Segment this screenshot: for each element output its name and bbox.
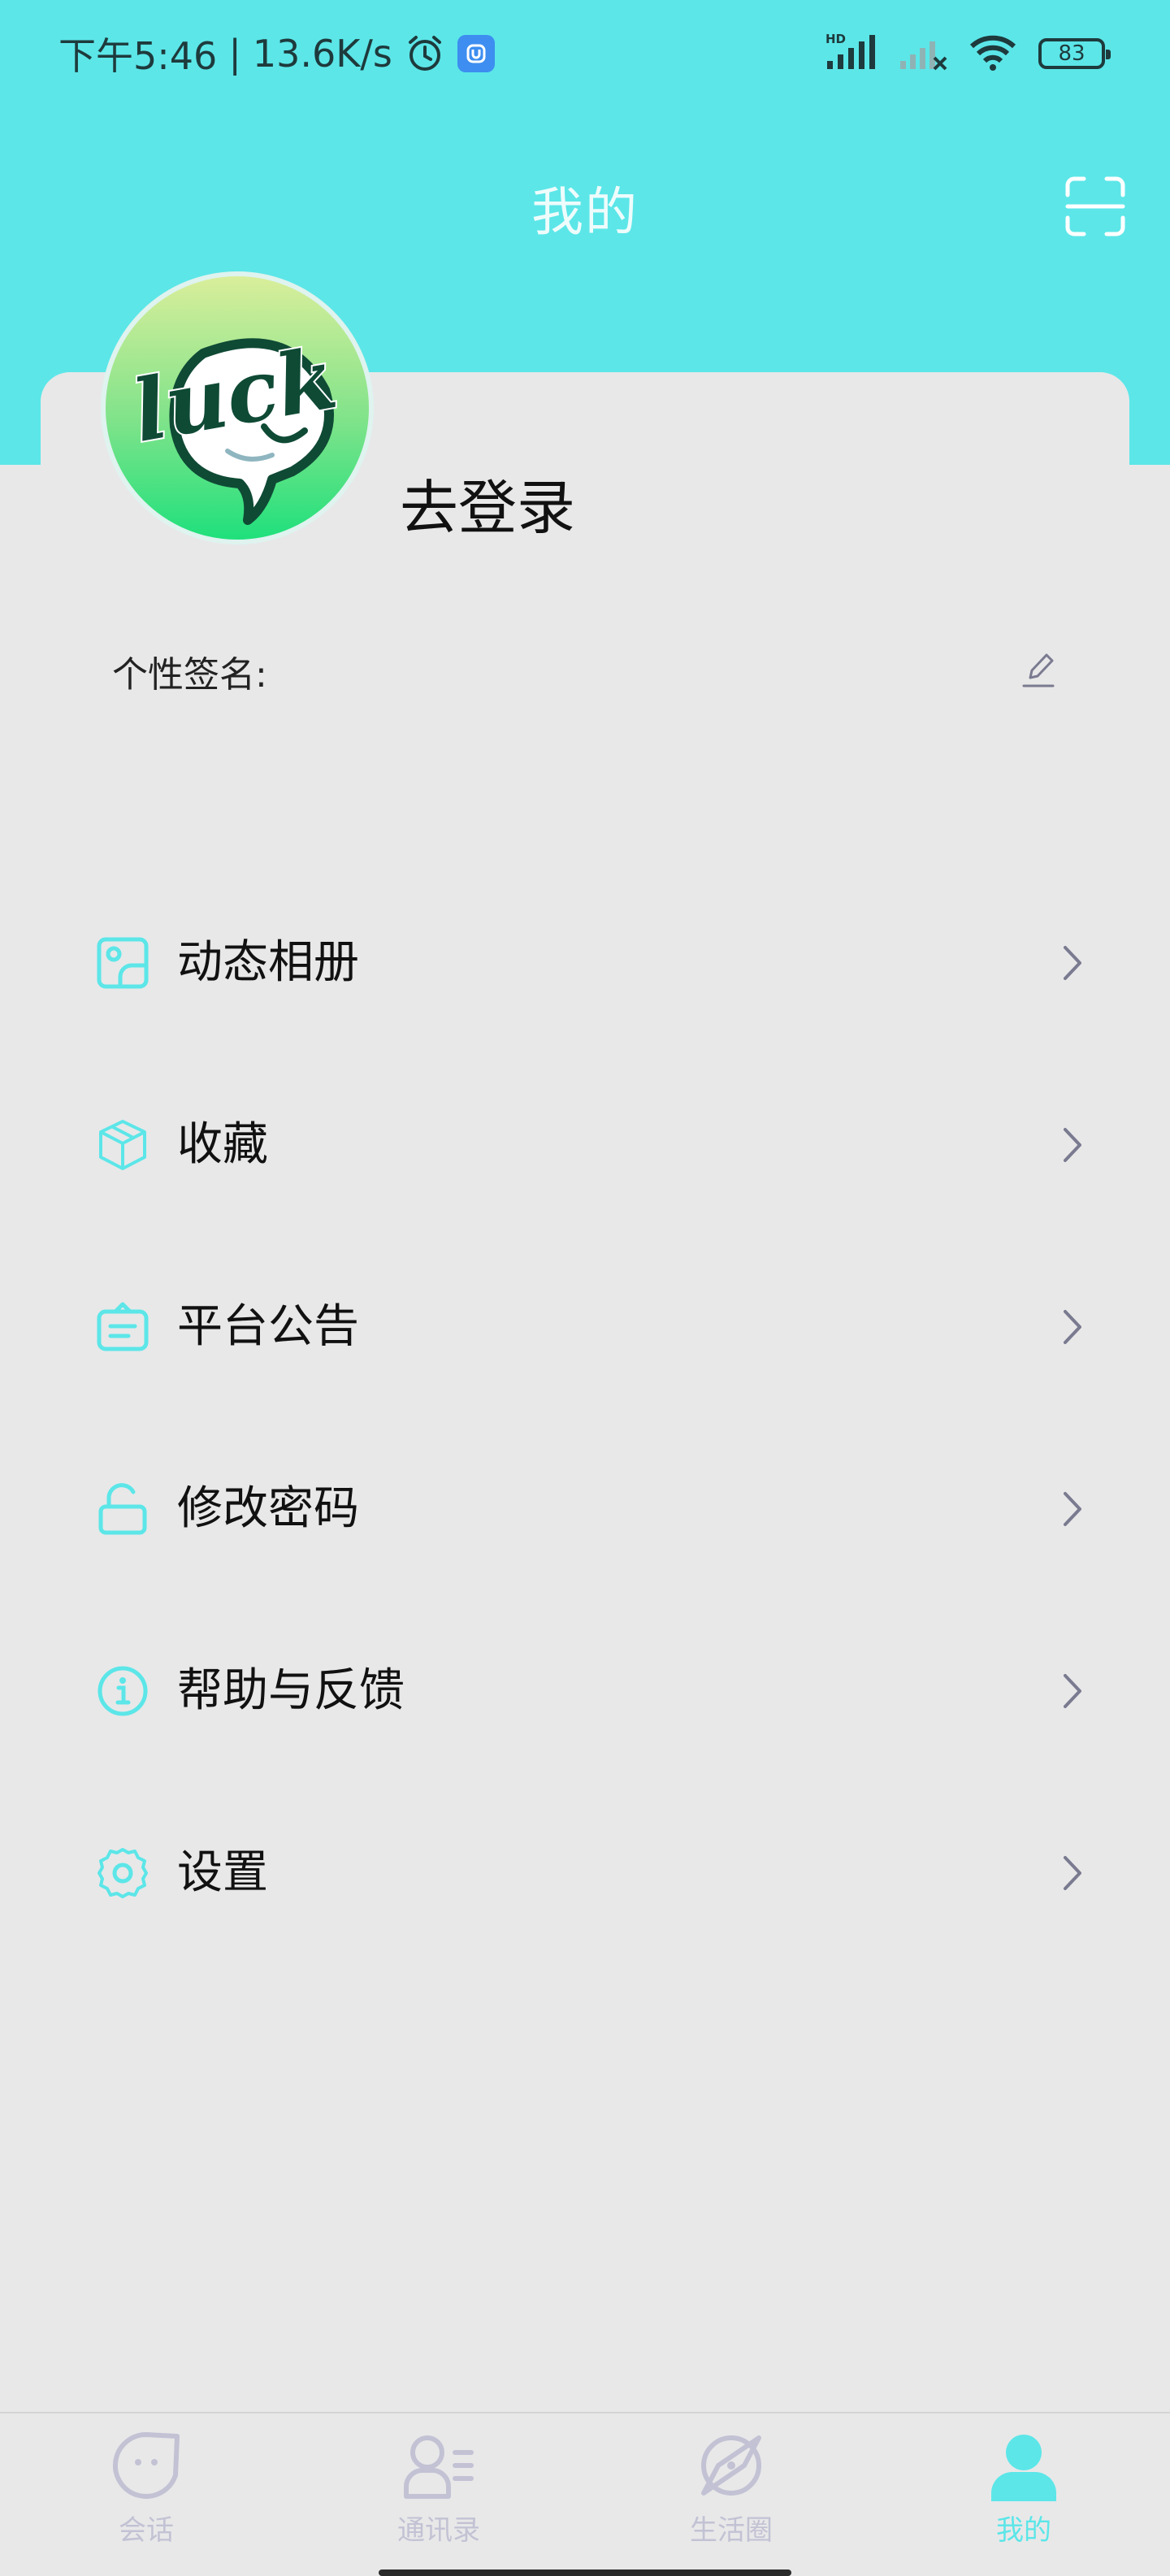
battery-icon: 83 <box>1038 38 1111 69</box>
menu-item-help-feedback[interactable]: 帮助与反馈 <box>0 1598 1170 1780</box>
contacts-icon <box>400 2426 478 2504</box>
status-separator: | <box>228 32 241 76</box>
signature-label: 个性签名: <box>112 654 267 696</box>
avatar-logo: luck <box>124 326 345 525</box>
tab-me[interactable]: 我的 <box>926 2426 1121 2556</box>
chevron-right-icon <box>1056 1671 1089 1711</box>
status-bar: 下午5:46 | 13.6K/s HD 83 <box>0 0 1170 106</box>
menu-item-label: 帮助与反馈 <box>177 1664 405 1717</box>
menu-item-label: 修改密码 <box>177 1482 359 1535</box>
tab-contacts[interactable]: 通讯录 <box>341 2426 536 2556</box>
menu-item-label: 设置 <box>177 1846 268 1899</box>
menu-item-announcements[interactable]: 平台公告 <box>0 1234 1170 1416</box>
tab-moments[interactable]: 生活圈 <box>634 2426 829 2556</box>
gear-icon <box>94 1845 151 1902</box>
menu-item-favorites[interactable]: 收藏 <box>0 1052 1170 1234</box>
login-link[interactable]: 去登录 <box>400 460 575 545</box>
battery-level: 83 <box>1058 41 1086 66</box>
compass-icon <box>692 2426 770 2504</box>
chevron-right-icon <box>1056 1489 1089 1529</box>
chevron-right-icon <box>1056 1307 1089 1347</box>
alarm-icon <box>404 33 446 75</box>
scan-icon <box>1065 176 1125 236</box>
menu-item-settings[interactable]: 设置 <box>0 1780 1170 1962</box>
box-icon <box>94 1117 151 1173</box>
page-title: 我的 <box>531 183 639 243</box>
pencil-icon <box>1022 653 1055 687</box>
signal-icon: HD <box>824 32 878 76</box>
network-badge: HD <box>826 32 846 46</box>
chevron-right-icon <box>1056 1125 1089 1165</box>
status-left: 下午5:46 | 13.6K/s <box>58 29 495 78</box>
signal-off-icon <box>899 32 947 76</box>
tab-chat[interactable]: 会话 <box>49 2426 244 2556</box>
menu-item-label: 平台公告 <box>177 1300 359 1353</box>
photo-album-icon <box>94 935 151 991</box>
notice-icon <box>94 1299 151 1355</box>
status-net-speed: 13.6K/s <box>252 32 392 76</box>
status-right: HD 83 <box>824 29 1111 78</box>
edit-signature-button[interactable] <box>1017 648 1060 691</box>
chevron-right-icon <box>1056 1853 1089 1893</box>
wifi-icon <box>968 32 1017 76</box>
chat-icon <box>107 2426 185 2504</box>
app-badge-icon <box>457 35 495 72</box>
tab-label: 通讯录 <box>397 2514 480 2547</box>
menu-item-photo-album[interactable]: 动态相册 <box>0 870 1170 1052</box>
menu-item-label: 动态相册 <box>177 936 359 989</box>
menu-item-label: 收藏 <box>177 1118 268 1171</box>
home-indicator[interactable] <box>379 2569 791 2576</box>
menu-list: 动态相册 收藏 平台公告 修改密码 帮助与反馈 设置 <box>0 870 1170 1962</box>
person-icon <box>985 2426 1063 2504</box>
tab-label: 生活圈 <box>690 2514 773 2547</box>
tab-label: 我的 <box>996 2514 1051 2547</box>
info-icon <box>94 1663 151 1720</box>
scan-button[interactable] <box>1063 174 1128 239</box>
tab-bar: 会话 通讯录 生活圈 我的 <box>0 2412 1170 2576</box>
lock-icon <box>94 1481 151 1537</box>
status-time: 下午5:46 <box>58 34 218 78</box>
chevron-right-icon <box>1056 943 1089 983</box>
avatar[interactable]: luck <box>101 271 374 544</box>
menu-item-change-password[interactable]: 修改密码 <box>0 1416 1170 1598</box>
tab-label: 会话 <box>119 2514 174 2547</box>
